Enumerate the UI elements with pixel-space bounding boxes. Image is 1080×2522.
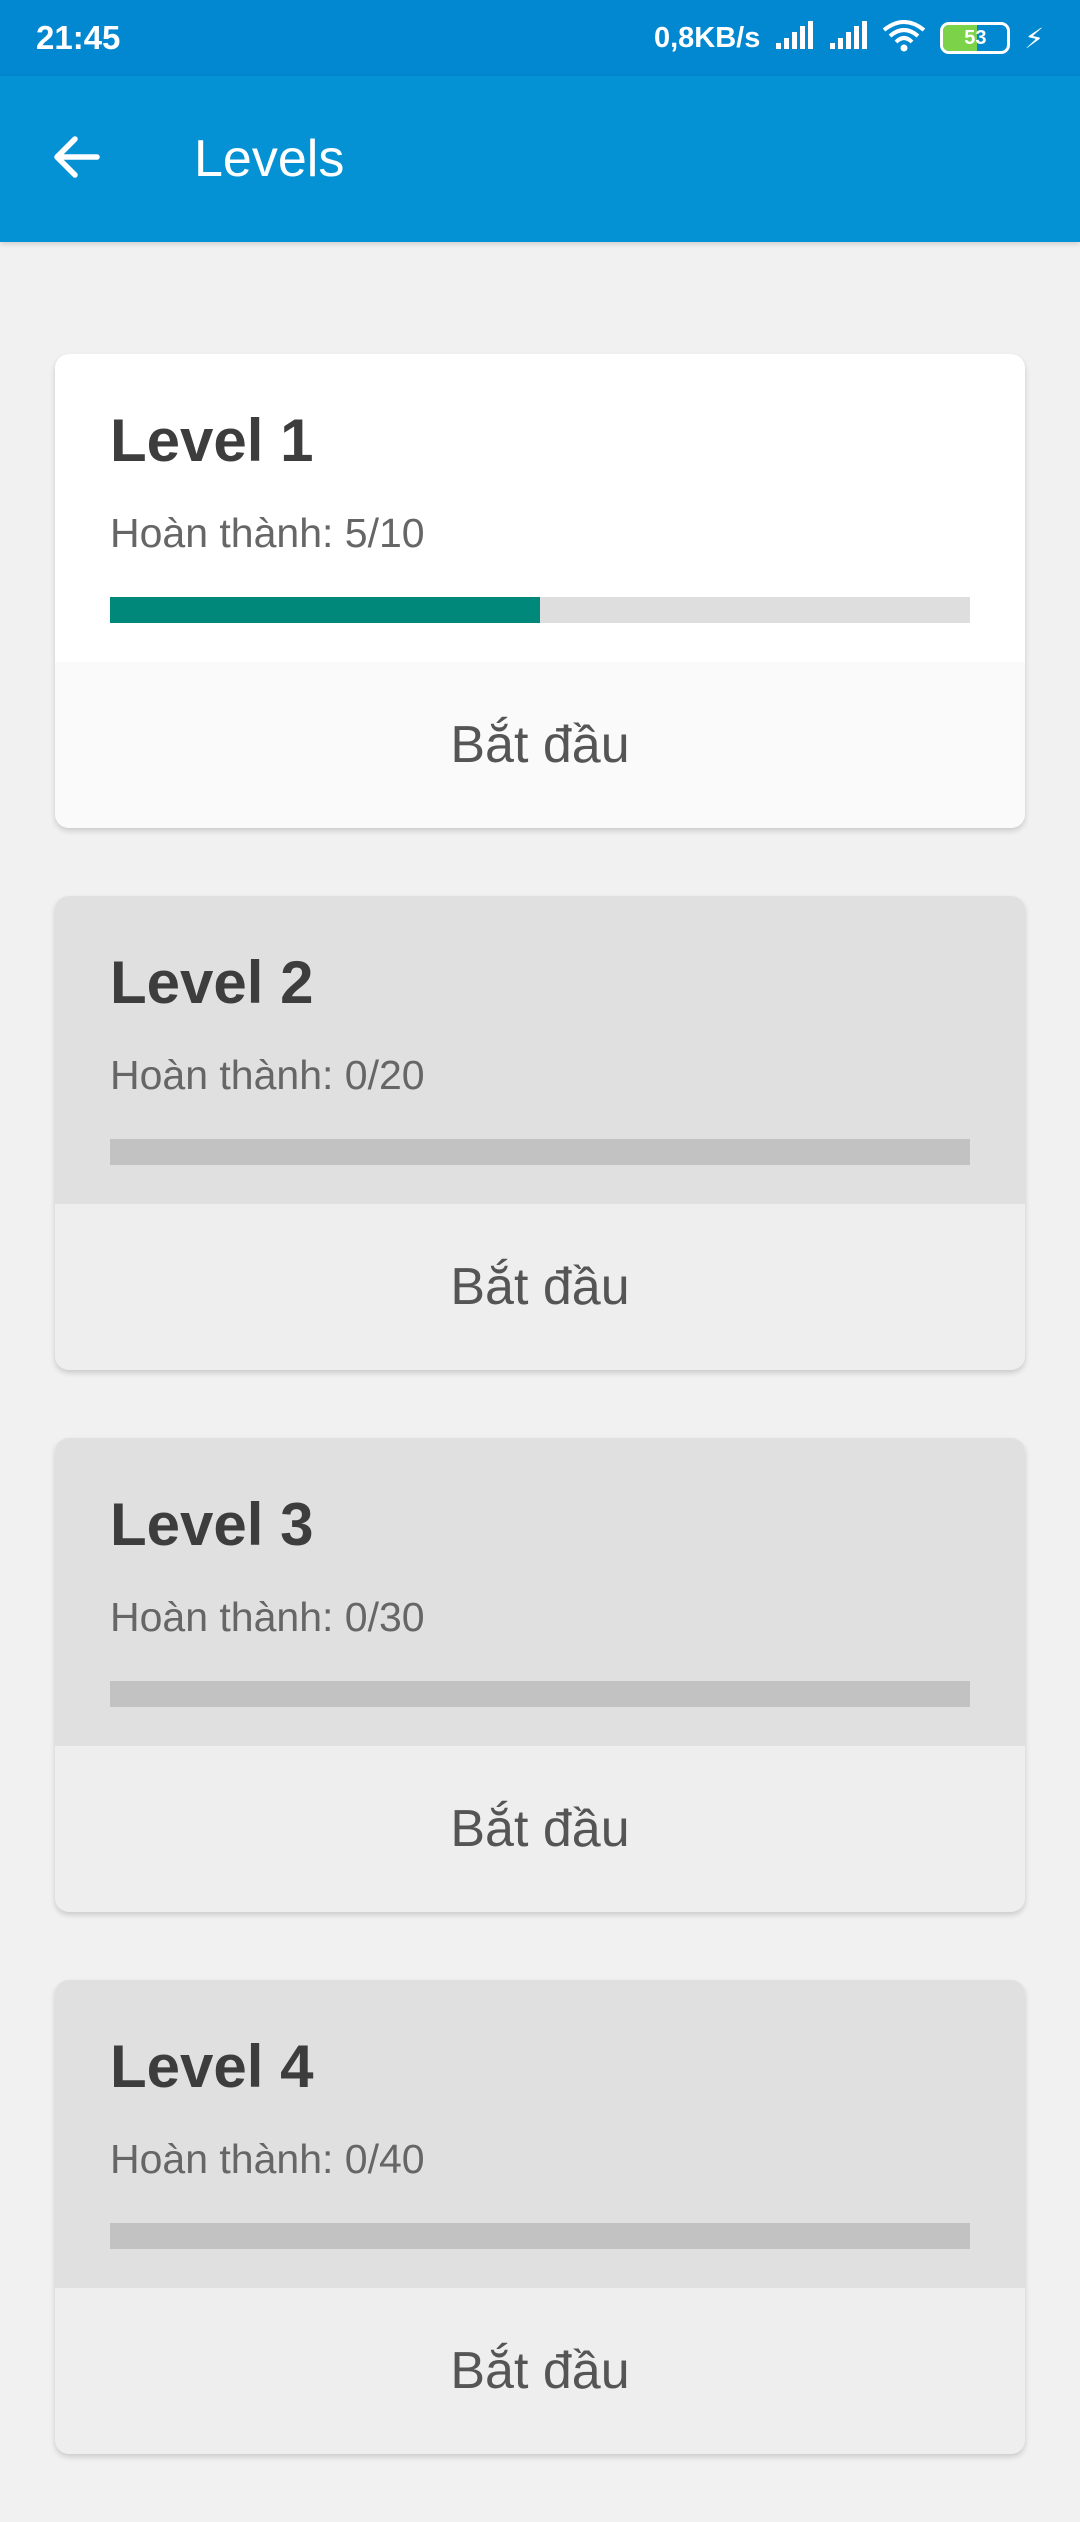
page-title: Levels bbox=[194, 130, 345, 188]
level-progress-text: Hoàn thành: 5/10 bbox=[110, 510, 425, 556]
level-progress-bar bbox=[110, 1139, 970, 1165]
status-bar: 21:45 0,8KB/s 53 ⚡ bbox=[0, 0, 1080, 76]
back-button[interactable] bbox=[0, 76, 152, 242]
start-button[interactable]: Bắt đầu bbox=[55, 2288, 1025, 2454]
status-icons: 0,8KB/s 53 ⚡ bbox=[653, 19, 1044, 57]
level-card: Level 3 Hoàn thành: 0/30 Bắt đầu bbox=[55, 1438, 1025, 1912]
level-card: Level 1 Hoàn thành: 5/10 Bắt đầu bbox=[55, 354, 1025, 828]
level-list: Level 1 Hoàn thành: 5/10 Bắt đầu Level 2… bbox=[55, 354, 1025, 2522]
level-title: Level 2 bbox=[110, 949, 314, 1016]
level-progress-text: Hoàn thành: 0/30 bbox=[110, 1594, 425, 1640]
level-progress-text: Hoàn thành: 0/20 bbox=[110, 1052, 425, 1098]
level-progress-bar bbox=[110, 597, 970, 623]
arrow-left-icon bbox=[51, 135, 101, 184]
app-bar: Levels bbox=[0, 76, 1080, 242]
status-time: 21:45 bbox=[36, 19, 121, 56]
charging-icon: ⚡ bbox=[1024, 22, 1044, 54]
wifi-icon bbox=[882, 19, 926, 57]
level-progress-fill bbox=[110, 597, 540, 623]
level-progress-bar bbox=[110, 2223, 970, 2249]
signal-icon bbox=[828, 20, 868, 56]
start-button[interactable]: Bắt đầu bbox=[55, 1204, 1025, 1370]
level-card-body: Level 4 Hoàn thành: 0/40 bbox=[55, 1980, 1025, 2288]
level-card-body: Level 1 Hoàn thành: 5/10 bbox=[55, 354, 1025, 662]
level-card-body: Level 3 Hoàn thành: 0/30 bbox=[55, 1438, 1025, 1746]
battery-percent: 53 bbox=[964, 26, 987, 49]
start-button[interactable]: Bắt đầu bbox=[55, 1746, 1025, 1912]
battery-icon: 53 bbox=[940, 22, 1011, 54]
level-progress-bar bbox=[110, 1681, 970, 1707]
network-speed: 0,8KB/s bbox=[653, 21, 761, 54]
level-title: Level 1 bbox=[110, 407, 314, 474]
level-card: Level 2 Hoàn thành: 0/20 Bắt đầu bbox=[55, 896, 1025, 1370]
level-title: Level 3 bbox=[110, 1491, 314, 1558]
level-card: Level 4 Hoàn thành: 0/40 Bắt đầu bbox=[55, 1980, 1025, 2454]
level-card-body: Level 2 Hoàn thành: 0/20 bbox=[55, 896, 1025, 1204]
start-button[interactable]: Bắt đầu bbox=[55, 662, 1025, 828]
signal-icon bbox=[774, 20, 814, 56]
level-title: Level 4 bbox=[110, 2033, 314, 2100]
